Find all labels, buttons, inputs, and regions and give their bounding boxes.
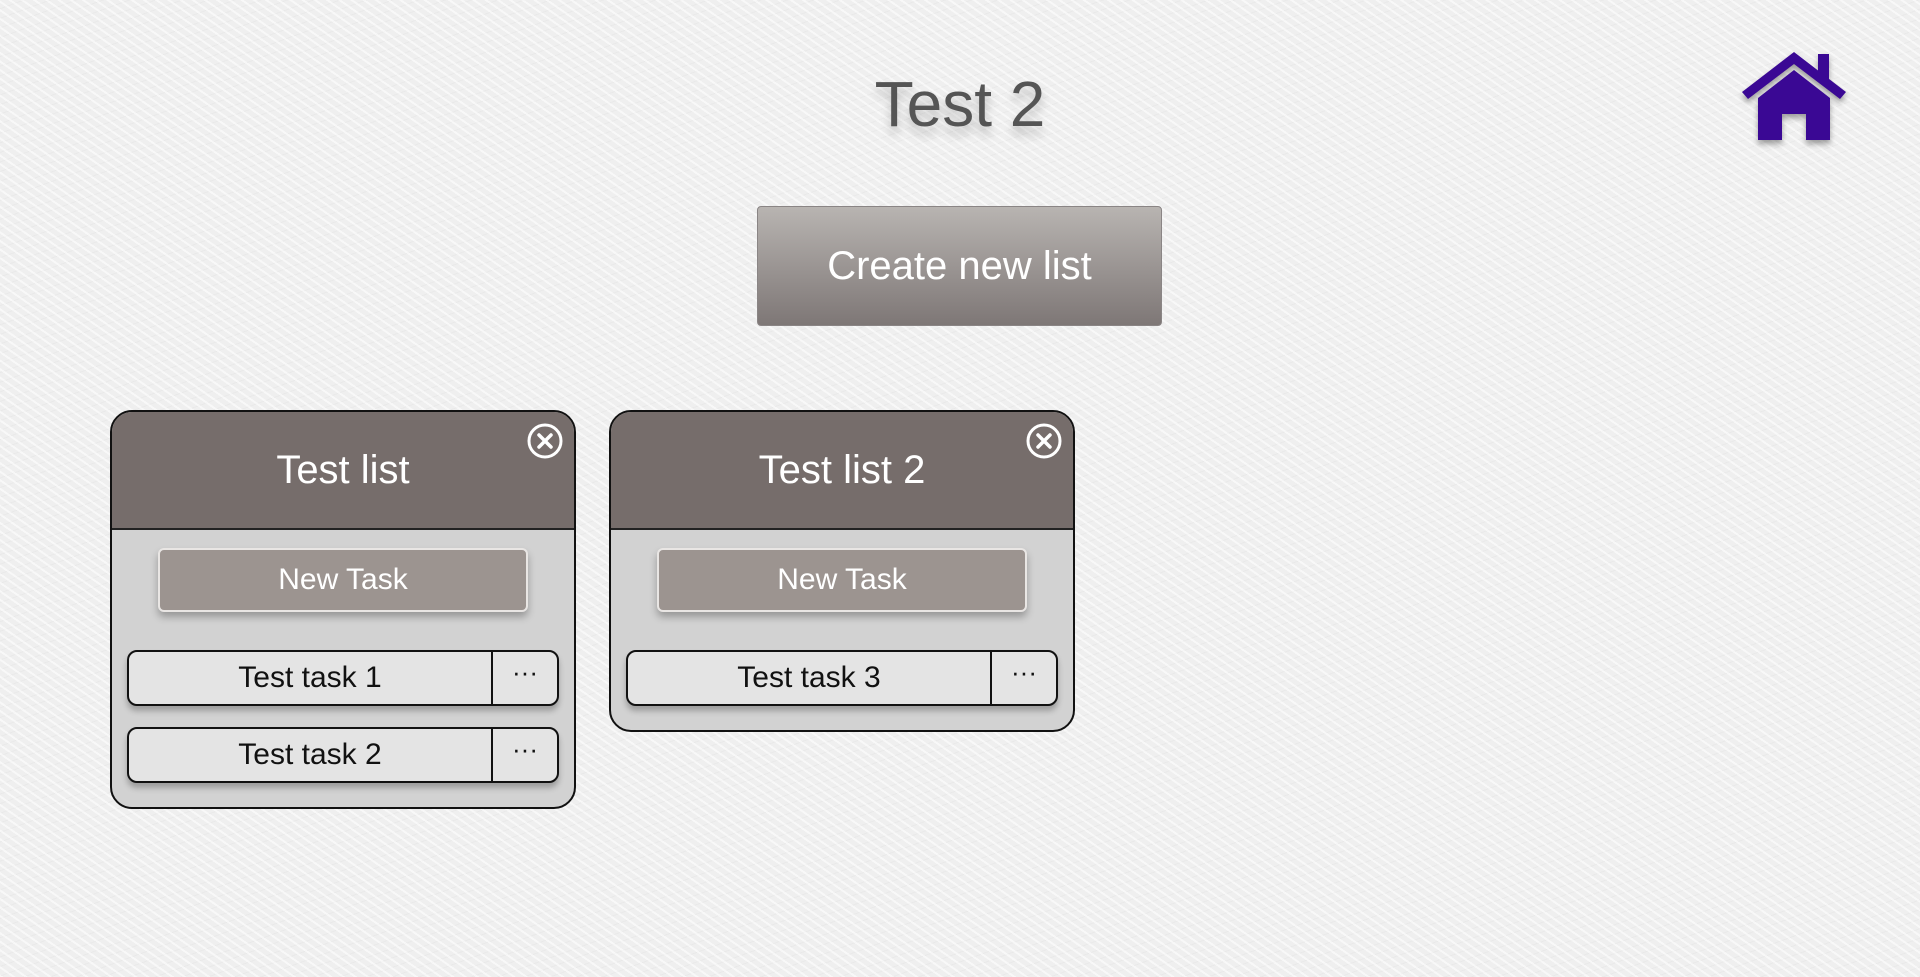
task-options-button[interactable]: ··· (992, 652, 1056, 704)
circle-x-icon (527, 423, 563, 459)
task-row: Test task 2 ··· (127, 727, 559, 783)
list-card: Test list 2 New Task Test task 3 ··· (609, 410, 1075, 732)
task-list: Test task 1 ··· Test task 2 ··· (112, 650, 574, 783)
task-name[interactable]: Test task 3 (628, 652, 992, 704)
list-title: Test list (276, 447, 410, 492)
list-header: Test list (112, 412, 574, 530)
task-options-button[interactable]: ··· (493, 729, 557, 781)
home-icon (1742, 52, 1846, 140)
circle-x-icon (1026, 423, 1062, 459)
task-options-button[interactable]: ··· (493, 652, 557, 704)
lists-container: Test list New Task Test task 1 ··· Test … (110, 410, 1075, 809)
new-task-button[interactable]: New Task (657, 548, 1027, 612)
delete-list-button[interactable] (526, 422, 564, 460)
delete-list-button[interactable] (1025, 422, 1063, 460)
list-header: Test list 2 (611, 412, 1073, 530)
page-title: Test 2 (874, 68, 1046, 140)
task-name[interactable]: Test task 2 (129, 729, 493, 781)
task-row: Test task 3 ··· (626, 650, 1058, 706)
task-row: Test task 1 ··· (127, 650, 559, 706)
task-name[interactable]: Test task 1 (129, 652, 493, 704)
new-task-button[interactable]: New Task (158, 548, 528, 612)
list-title: Test list 2 (758, 447, 926, 492)
list-card: Test list New Task Test task 1 ··· Test … (110, 410, 576, 809)
task-list: Test task 3 ··· (611, 650, 1073, 706)
create-new-list-button[interactable]: Create new list (757, 206, 1162, 326)
home-button[interactable] (1738, 48, 1850, 144)
